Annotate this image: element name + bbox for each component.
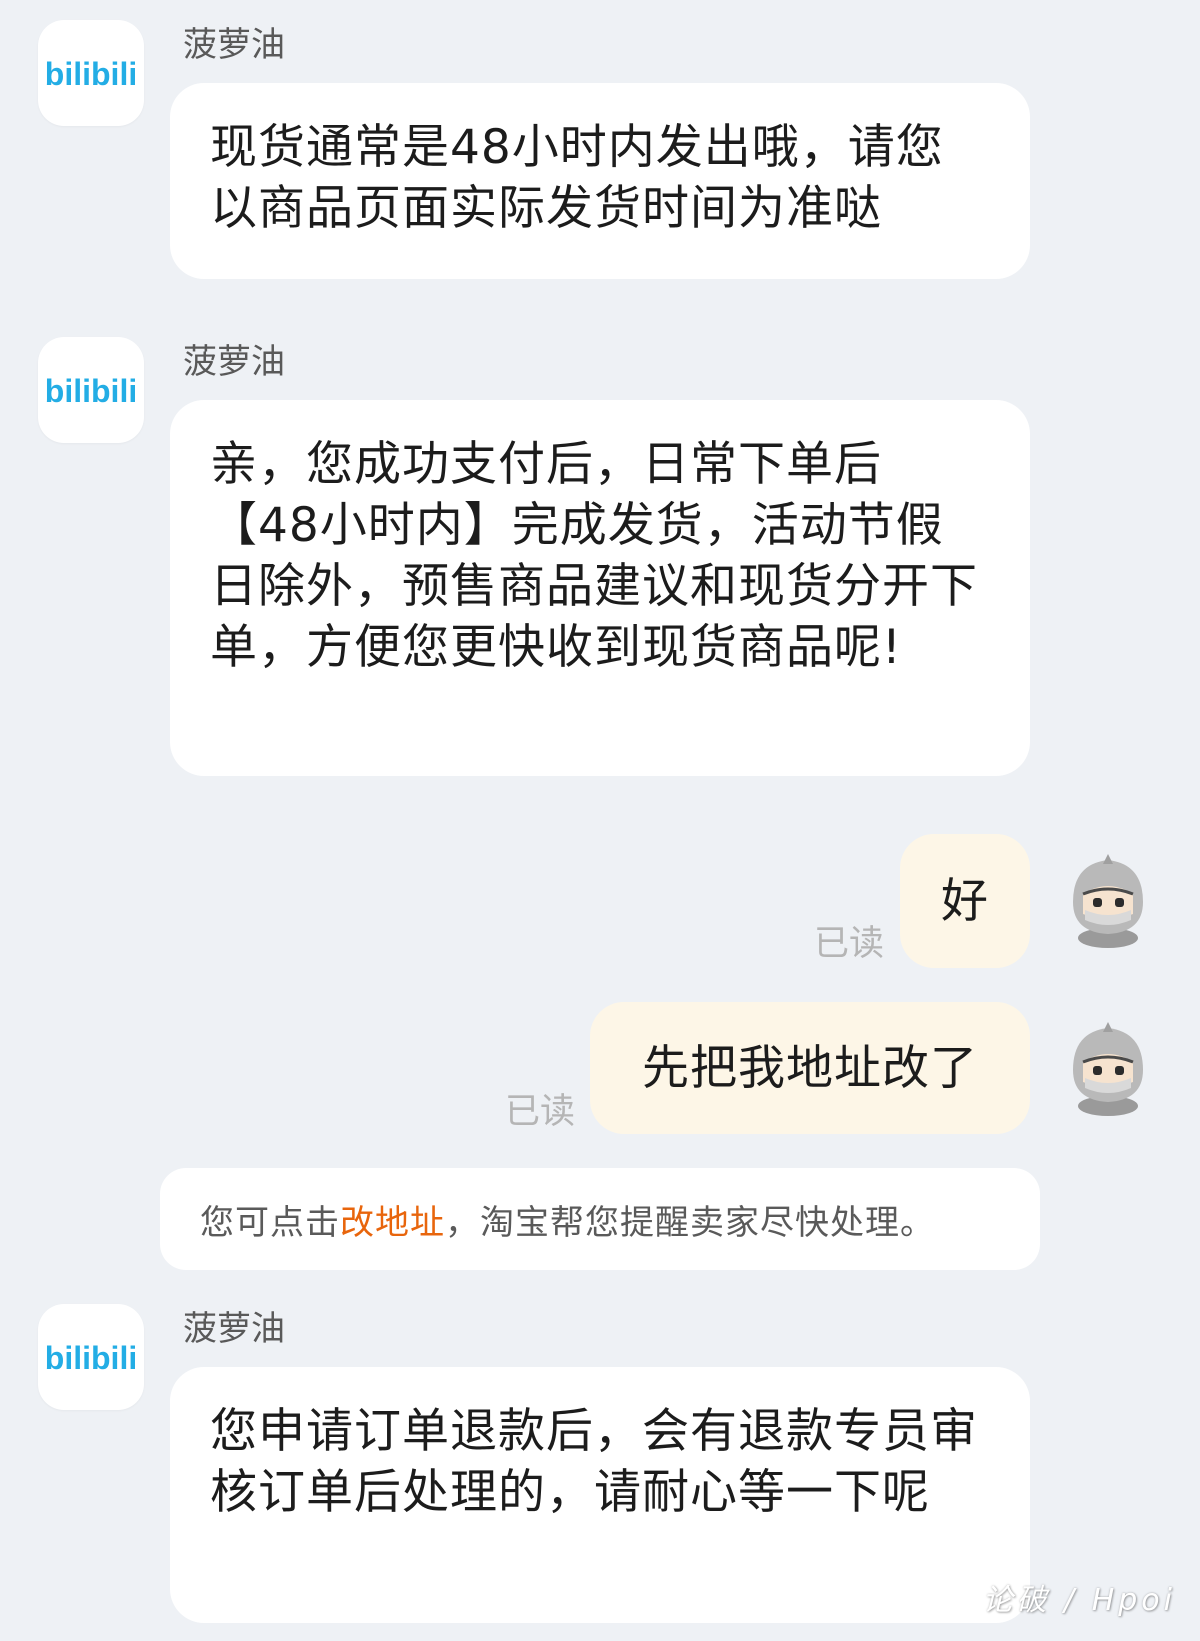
svg-text:bilibili: bilibili bbox=[45, 1340, 137, 1376]
outgoing-message-bubble[interactable]: 好 bbox=[900, 834, 1030, 968]
user-avatar-icon[interactable] bbox=[1063, 1018, 1153, 1116]
incoming-message-bubble[interactable]: 亲，您成功支付后，日常下单后【48小时内】完成发货，活动节假日除外，预售商品建议… bbox=[170, 400, 1030, 776]
svg-text:bilibili: bilibili bbox=[45, 373, 137, 409]
svg-text:bilibili: bilibili bbox=[45, 56, 137, 92]
read-status: 已读 bbox=[814, 924, 885, 964]
sender-name: 菠萝油 bbox=[183, 342, 285, 382]
change-address-link[interactable]: 改地址 bbox=[340, 1195, 445, 1244]
bilibili-logo-icon: bilibili bbox=[45, 56, 137, 92]
bilibili-logo-icon: bilibili bbox=[45, 1340, 137, 1376]
incoming-message-bubble[interactable]: 现货通常是48小时内发出哦，请您以商品页面实际发货时间为准哒 bbox=[170, 83, 1030, 279]
system-notice-prefix: 您可点击 bbox=[200, 1202, 340, 1243]
sender-name: 菠萝油 bbox=[183, 25, 285, 65]
incoming-message-bubble[interactable]: 您申请订单退款后，会有退款专员审核订单后处理的，请耐心等一下呢 bbox=[170, 1367, 1030, 1623]
shop-avatar[interactable]: bilibili bbox=[38, 20, 144, 126]
system-notice: 您可点击 改地址 ，淘宝帮您提醒卖家尽快处理。 bbox=[160, 1168, 1040, 1270]
sender-name: 菠萝油 bbox=[183, 1309, 285, 1349]
system-notice-suffix: ，淘宝帮您提醒卖家尽快处理。 bbox=[445, 1202, 935, 1243]
user-avatar-icon[interactable] bbox=[1063, 850, 1153, 948]
bilibili-logo-icon: bilibili bbox=[45, 373, 137, 409]
watermark: 论破 / Hpoi bbox=[982, 1583, 1176, 1618]
shop-avatar[interactable]: bilibili bbox=[38, 337, 144, 443]
shop-avatar[interactable]: bilibili bbox=[38, 1304, 144, 1410]
outgoing-message-bubble[interactable]: 先把我地址改了 bbox=[590, 1002, 1030, 1134]
read-status: 已读 bbox=[505, 1092, 576, 1132]
